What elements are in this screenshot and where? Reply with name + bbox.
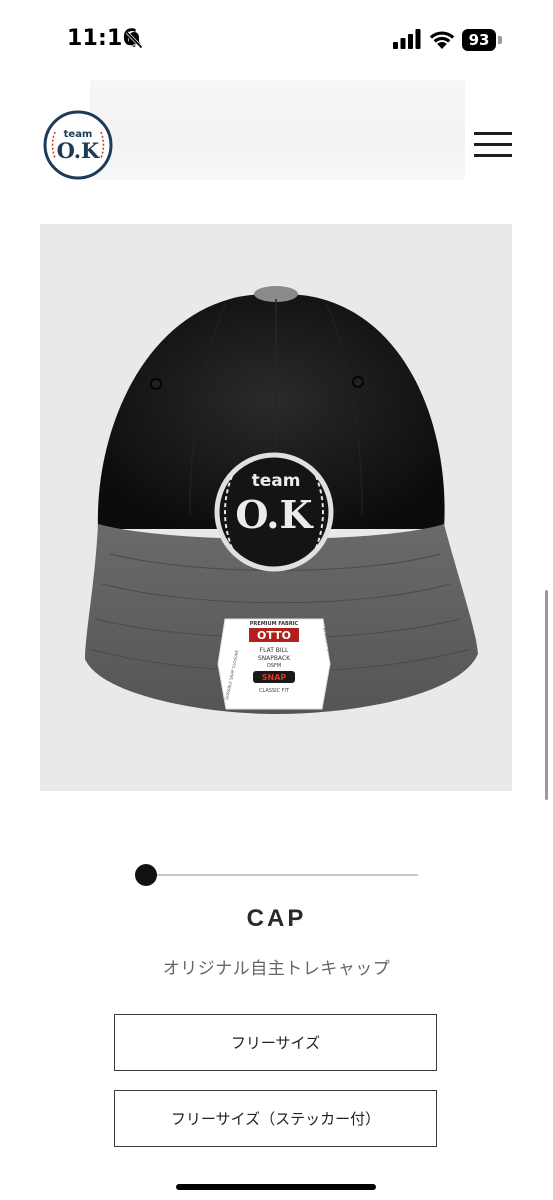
patch-text-ok: O.K [235, 492, 314, 537]
tag-brand: OTTO [257, 629, 291, 642]
product-title: CAP [246, 905, 307, 932]
wifi-icon [429, 31, 455, 49]
tag-line2: SNAPBACK [258, 655, 291, 662]
tag-fit: CLASSIC FIT [259, 688, 290, 694]
product-image[interactable]: team O.K PREMIUM FABRIC OTTO FLAT BILL S… [40, 224, 512, 791]
page-scrollbar[interactable] [545, 590, 548, 800]
option-free-size-sticker-button[interactable]: フリーサイズ（ステッカー付） [114, 1090, 437, 1147]
battery-icon: 93 [462, 29, 504, 51]
home-indicator [176, 1184, 376, 1190]
tag-line3: OSFM [267, 663, 281, 669]
tag-line1: FLAT BILL [260, 647, 289, 654]
cap-patch-logo: team O.K [214, 452, 334, 572]
hamburger-menu-icon[interactable] [474, 132, 514, 162]
site-header: team O.K [0, 80, 553, 200]
bell-slash-icon [125, 31, 143, 49]
option-free-size-button[interactable]: フリーサイズ [114, 1014, 437, 1071]
tag-premium: PREMIUM FABRIC [250, 621, 299, 627]
slider-track [145, 874, 418, 876]
slider-thumb[interactable] [135, 864, 157, 886]
header-banner [90, 80, 465, 180]
patch-text-team: team [252, 471, 301, 491]
team-ok-logo[interactable]: team O.K [43, 110, 113, 180]
image-gallery-slider[interactable] [135, 863, 420, 887]
otto-tag-sticker: PREMIUM FABRIC OTTO FLAT BILL SNAPBACK O… [217, 618, 334, 710]
cap-illustration: team O.K PREMIUM FABRIC OTTO FLAT BILL S… [85, 286, 478, 714]
status-bar: 11:16 93 [0, 0, 553, 80]
signal-icon [393, 29, 421, 49]
tag-snap: SNAP [262, 673, 287, 682]
product-subtitle: オリジナル自主トレキャップ [162, 959, 391, 979]
battery-level: 93 [462, 29, 496, 51]
logo-text-ok: O.K [57, 138, 100, 163]
